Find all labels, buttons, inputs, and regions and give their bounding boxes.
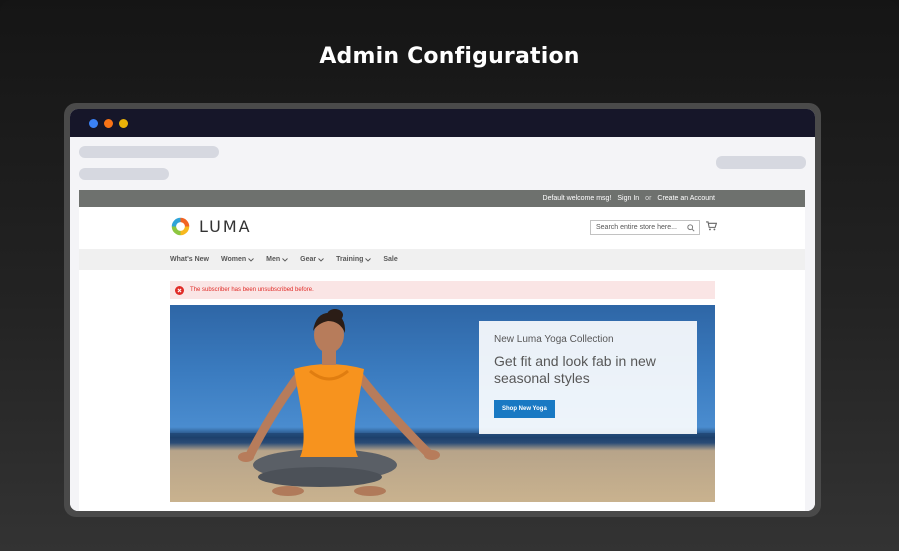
search-placeholder: Search entire store here... xyxy=(596,224,677,231)
shop-new-yoga-button[interactable]: Shop New Yoga xyxy=(494,400,555,418)
create-account-link[interactable]: Create an Account xyxy=(657,195,715,202)
skeleton-bar xyxy=(79,146,219,158)
chevron-down-icon xyxy=(248,257,254,262)
luma-logo-icon xyxy=(171,217,190,236)
search-icon[interactable] xyxy=(687,224,695,232)
nav-item-sale[interactable]: Sale xyxy=(383,256,397,263)
nav-item-label: What's New xyxy=(170,256,210,263)
store-logo[interactable]: LUMA xyxy=(170,216,252,237)
browser-window: Default welcome msg! Sign In or Create a… xyxy=(64,103,821,517)
cart-icon[interactable] xyxy=(706,221,717,231)
window-dot-yellow[interactable] xyxy=(119,119,128,128)
nav-item-women[interactable]: Women xyxy=(221,256,254,263)
presentation-card: Admin Configuration Default welcome msg!… xyxy=(0,0,899,551)
skeleton-bar xyxy=(716,156,806,169)
window-dot-orange[interactable] xyxy=(104,119,113,128)
window-dot-blue[interactable] xyxy=(89,119,98,128)
search-input[interactable]: Search entire store here... xyxy=(590,220,700,235)
chevron-down-icon xyxy=(365,257,372,262)
promo-kicker: New Luma Yoga Collection xyxy=(494,334,614,345)
nav-item-men[interactable]: Men xyxy=(266,256,288,263)
error-message: The subscriber has been unsubscribed bef… xyxy=(170,281,715,299)
store-header: LUMA Search entire store here... xyxy=(79,207,805,249)
nav-item-training[interactable]: Training xyxy=(336,256,372,263)
nav-item-label: Training xyxy=(336,256,364,263)
promo-headline: Get fit and look fab in new seasonal sty… xyxy=(494,353,656,386)
browser-viewport: Default welcome msg! Sign In or Create a… xyxy=(70,109,815,511)
sign-in-link[interactable]: Sign In xyxy=(617,195,639,202)
nav-item-label: Women xyxy=(221,256,247,263)
hero-banner[interactable]: New Luma Yoga Collection Get fit and loo… xyxy=(170,305,715,502)
main-navigation: What's New Women Men Gear Training Sale xyxy=(79,249,805,270)
browser-content: Default welcome msg! Sign In or Create a… xyxy=(70,137,815,511)
nav-item-whats-new[interactable]: What's New xyxy=(170,256,209,263)
storefront: Default welcome msg! Sign In or Create a… xyxy=(79,190,805,511)
nav-item-gear[interactable]: Gear xyxy=(300,256,324,263)
chevron-down-icon xyxy=(282,257,288,262)
nav-item-label: Sale xyxy=(383,256,398,263)
or-separator: or xyxy=(645,195,652,202)
error-text: The subscriber has been unsubscribed bef… xyxy=(190,287,314,293)
skeleton-bar xyxy=(79,168,169,180)
browser-titlebar xyxy=(70,109,815,137)
welcome-message: Default welcome msg! xyxy=(542,195,612,202)
nav-item-label: Gear xyxy=(300,256,317,263)
page-title: Admin Configuration xyxy=(319,44,580,69)
error-icon xyxy=(175,285,184,295)
store-topbar: Default welcome msg! Sign In or Create a… xyxy=(79,190,805,207)
nav-item-label: Men xyxy=(266,256,281,263)
chevron-down-icon xyxy=(318,257,324,262)
logo-text: LUMA xyxy=(199,217,252,236)
promo-block: New Luma Yoga Collection Get fit and loo… xyxy=(479,321,697,434)
